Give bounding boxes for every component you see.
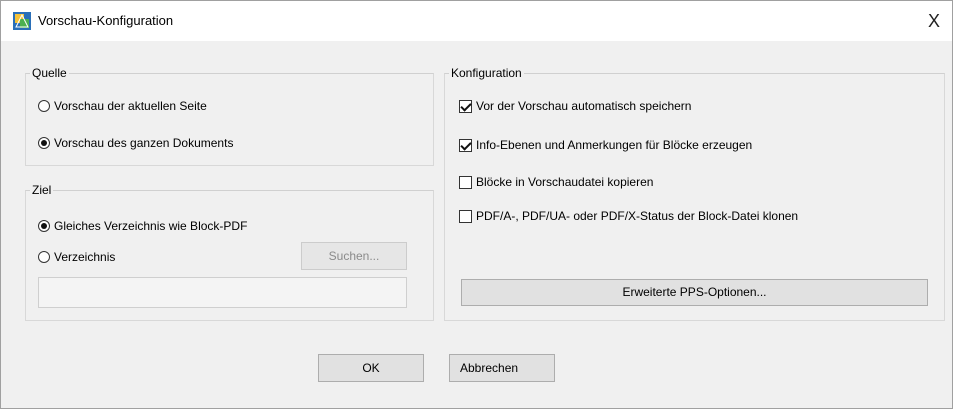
check-info-layers-box[interactable]	[459, 138, 472, 152]
radio-whole-document-indicator[interactable]	[38, 137, 50, 149]
radio-same-directory[interactable]: Gleiches Verzeichnis wie Block-PDF	[38, 219, 247, 233]
radio-directory-indicator[interactable]	[38, 251, 50, 263]
check-info-layers[interactable]: Info-Ebenen und Anmerkungen für Blöcke e…	[459, 138, 752, 152]
check-copy-blocks[interactable]: Blöcke in Vorschaudatei kopieren	[459, 175, 653, 189]
radio-same-directory-indicator[interactable]	[38, 220, 50, 232]
window-title: Vorschau-Konfiguration	[38, 13, 174, 28]
cancel-button[interactable]: Abbrechen	[449, 354, 555, 382]
check-info-layers-label: Info-Ebenen und Anmerkungen für Blöcke e…	[476, 138, 753, 152]
ziel-group: Ziel Gleiches Verzeichnis wie Block-PDF …	[25, 183, 434, 321]
quelle-legend: Quelle	[30, 66, 69, 80]
ziel-legend: Ziel	[30, 183, 54, 197]
radio-whole-document[interactable]: Vorschau des ganzen Dokuments	[38, 136, 233, 150]
check-autosave-box[interactable]	[459, 99, 472, 113]
radio-current-page-label: Vorschau der aktuellen Seite	[54, 99, 207, 113]
check-autosave[interactable]: Vor der Vorschau automatisch speichern	[459, 99, 691, 113]
check-autosave-label: Vor der Vorschau automatisch speichern	[476, 99, 692, 113]
radio-whole-document-label: Vorschau des ganzen Dokuments	[54, 136, 234, 150]
app-icon	[13, 12, 31, 30]
search-button[interactable]: Suchen...	[301, 242, 407, 270]
check-clone-status-box[interactable]	[459, 209, 472, 223]
advanced-pps-options-button[interactable]: Erweiterte PPS-Optionen...	[461, 279, 928, 306]
konfiguration-group: Konfiguration Vor der Vorschau automatis…	[444, 66, 945, 321]
radio-same-directory-label: Gleiches Verzeichnis wie Block-PDF	[54, 219, 248, 233]
check-clone-status[interactable]: PDF/A-, PDF/UA- oder PDF/X-Status der Bl…	[459, 209, 798, 223]
radio-current-page-indicator[interactable]	[38, 100, 50, 112]
radio-current-page[interactable]: Vorschau der aktuellen Seite	[38, 99, 207, 113]
quelle-group: Quelle Vorschau der aktuellen Seite Vors…	[25, 66, 434, 166]
check-clone-status-label: PDF/A-, PDF/UA- oder PDF/X-Status der Bl…	[476, 209, 799, 223]
radio-directory-label: Verzeichnis	[54, 250, 116, 264]
directory-path-field[interactable]	[38, 277, 407, 308]
close-icon: X	[927, 11, 940, 31]
close-button[interactable]: X	[916, 1, 952, 41]
radio-directory[interactable]: Verzeichnis	[38, 250, 115, 264]
check-copy-blocks-box[interactable]	[459, 175, 472, 189]
ok-button[interactable]: OK	[318, 354, 424, 382]
check-copy-blocks-label: Blöcke in Vorschaudatei kopieren	[476, 175, 654, 189]
konfiguration-legend: Konfiguration	[449, 66, 524, 80]
dialog-window: Vorschau-Konfiguration X Quelle Vorschau…	[0, 0, 953, 409]
title-bar[interactable]: Vorschau-Konfiguration X	[1, 1, 952, 41]
